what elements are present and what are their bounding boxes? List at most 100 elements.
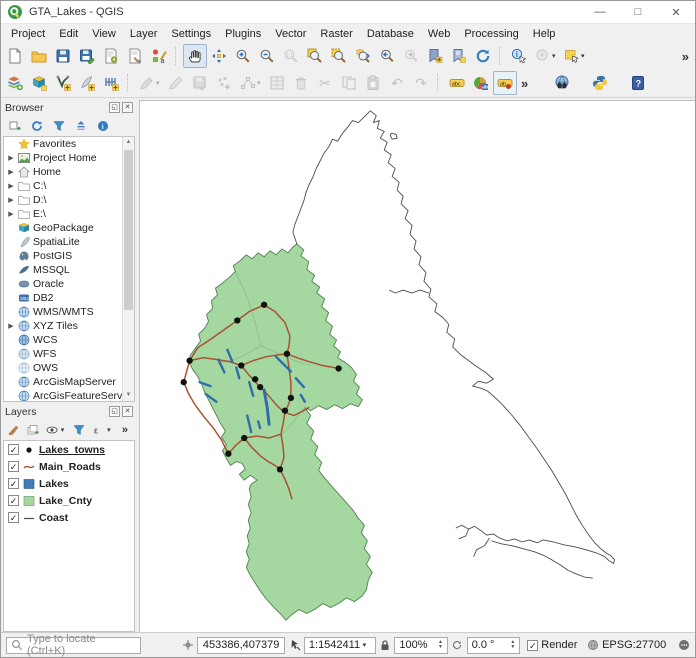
expand-arrow[interactable]: ▶ [7,154,15,162]
new-shapefile-layer-button[interactable] [51,71,75,95]
new-virtual-layer-button[interactable] [99,71,123,95]
zoom-in-button[interactable] [231,44,255,68]
zoom-to-layer-button[interactable] [351,44,375,68]
layers-toolbar-overflow-button[interactable]: » [118,424,132,436]
delete-selected-button[interactable] [289,71,313,95]
add-feature-button[interactable] [212,71,236,95]
new-project-button[interactable] [3,44,27,68]
locator-search[interactable]: Type to locate (Ctrl+K) [6,637,141,654]
pan-map-to-selection-button[interactable] [207,44,231,68]
refresh-browser-button[interactable] [28,117,46,135]
layers-float-button[interactable]: ◱ [109,406,120,417]
properties-button[interactable]: i [94,117,112,135]
browser-item-wcs[interactable]: WCS [4,333,134,347]
layer-checkbox[interactable]: ✓ [8,444,19,455]
zoom-to-selection-button[interactable] [327,44,351,68]
crs-globe-icon[interactable] [586,639,599,651]
save-project-button[interactable] [51,44,75,68]
cut-features-button[interactable]: ✂ [313,71,337,95]
toggle-editing-button[interactable] [164,71,188,95]
current-edits-dropdown[interactable]: ▾ [156,79,164,87]
menu-vector[interactable]: Vector [268,26,313,42]
copy-features-button[interactable] [337,71,361,95]
add-group-button[interactable] [25,421,40,439]
menu-layer[interactable]: Layer [123,26,165,42]
layer-checkbox[interactable]: ✓ [8,495,19,506]
filter-expression-dropdown[interactable]: ▾ [107,426,114,434]
layer-row-coast[interactable]: ✓ Coast [4,509,134,526]
modify-attributes-button[interactable] [265,71,289,95]
toolbar-overflow-button[interactable]: » [517,76,532,91]
rotation-spin-arrows[interactable]: ▲▼ [510,640,515,650]
scale-combo[interactable]: 1:1542411 ▾ [304,637,376,654]
map-themes-dropdown[interactable]: ▾ [61,426,68,434]
zoom-out-button[interactable] [255,44,279,68]
redo-button[interactable]: ↷ [409,71,433,95]
menu-plugins[interactable]: Plugins [218,26,268,42]
zoom-last-button[interactable] [375,44,399,68]
minimize-button[interactable]: — [581,1,619,23]
browser-scrollbar[interactable]: ▲ ▼ [122,137,134,401]
magnifier-spin-arrows[interactable]: ▲▼ [438,640,443,650]
expand-arrow[interactable]: ▶ [7,196,15,204]
close-button[interactable]: ✕ [657,1,695,23]
browser-item-db2[interactable]: DB2DB2 [4,291,134,305]
paste-features-button[interactable] [361,71,385,95]
python-console-button[interactable] [588,71,612,95]
show-spatial-bookmarks-button[interactable] [447,44,471,68]
layer-checkbox[interactable]: ✓ [8,478,19,489]
crs-label[interactable]: EPSG:27700 [602,639,666,651]
expand-arrow[interactable]: ▶ [7,168,15,176]
browser-item-d-drive[interactable]: ▶D:\ [4,193,134,207]
layer-checkbox[interactable]: ✓ [8,461,19,472]
menu-database[interactable]: Database [360,26,421,42]
open-layer-styling-button[interactable] [6,421,21,439]
maximize-button[interactable]: □ [619,1,657,23]
save-layer-edits-button[interactable] [188,71,212,95]
zoom-full-button[interactable] [303,44,327,68]
browser-item-mssql[interactable]: MSSQL [4,263,134,277]
expand-arrow[interactable]: ▶ [7,182,15,190]
vertex-tool-dropdown[interactable]: ▾ [257,79,265,87]
layer-row-lake-cnty[interactable]: ✓ Lake_Cnty [4,492,134,509]
metasearch-button[interactable] [550,71,574,95]
rotation-spinbox[interactable]: 0.0 ° ▲▼ [467,637,521,654]
open-project-button[interactable] [27,44,51,68]
menu-web[interactable]: Web [421,26,457,42]
messages-icon[interactable] [677,639,690,651]
layer-label-options-button[interactable]: ab [493,71,517,95]
select-features-dropdown[interactable]: ▾ [581,52,589,60]
browser-item-ows[interactable]: OWS [4,361,134,375]
manage-map-themes-button[interactable] [45,421,60,439]
pan-map-button[interactable] [183,44,207,68]
run-feature-action-button[interactable] [531,44,555,68]
browser-item-spatialite[interactable]: SpatiaLite [4,235,134,249]
menu-project[interactable]: Project [4,26,52,42]
save-project-as-button[interactable] [75,44,99,68]
layer-labeling-button[interactable]: abc [445,71,469,95]
coordinate-box[interactable]: 453386,407379 [197,637,285,654]
expand-arrow[interactable]: ▶ [7,322,15,330]
zoom-next-button[interactable] [399,44,423,68]
filter-expression-button[interactable]: ε [91,421,106,439]
zoom-native-button[interactable]: 1:1 [279,44,303,68]
browser-item-geopackage[interactable]: GeoPackage [4,221,134,235]
browser-item-project-home[interactable]: ▶Project Home [4,151,134,165]
scroll-down-icon[interactable]: ▼ [123,390,134,401]
lock-scale-icon[interactable] [379,639,392,651]
layer-row-lakes[interactable]: ✓ Lakes [4,475,134,492]
scale-dropdown[interactable]: ▾ [363,641,371,649]
browser-float-button[interactable]: ◱ [109,102,120,113]
new-spatial-bookmark-button[interactable] [423,44,447,68]
browser-item-favorites[interactable]: Favorites [4,137,134,151]
layers-close-button[interactable]: ✕ [122,406,133,417]
browser-item-arcgisfeatureserver[interactable]: ArcGisFeatureServer [4,389,134,402]
identify-features-button[interactable]: i [507,44,531,68]
menu-edit[interactable]: Edit [52,26,85,42]
menu-raster[interactable]: Raster [313,26,359,42]
menu-help[interactable]: Help [526,26,563,42]
new-geopackage-layer-button[interactable] [27,71,51,95]
expand-arrow[interactable]: ▶ [7,210,15,218]
scroll-up-icon[interactable]: ▲ [123,137,134,148]
show-layout-manager-button[interactable] [123,44,147,68]
